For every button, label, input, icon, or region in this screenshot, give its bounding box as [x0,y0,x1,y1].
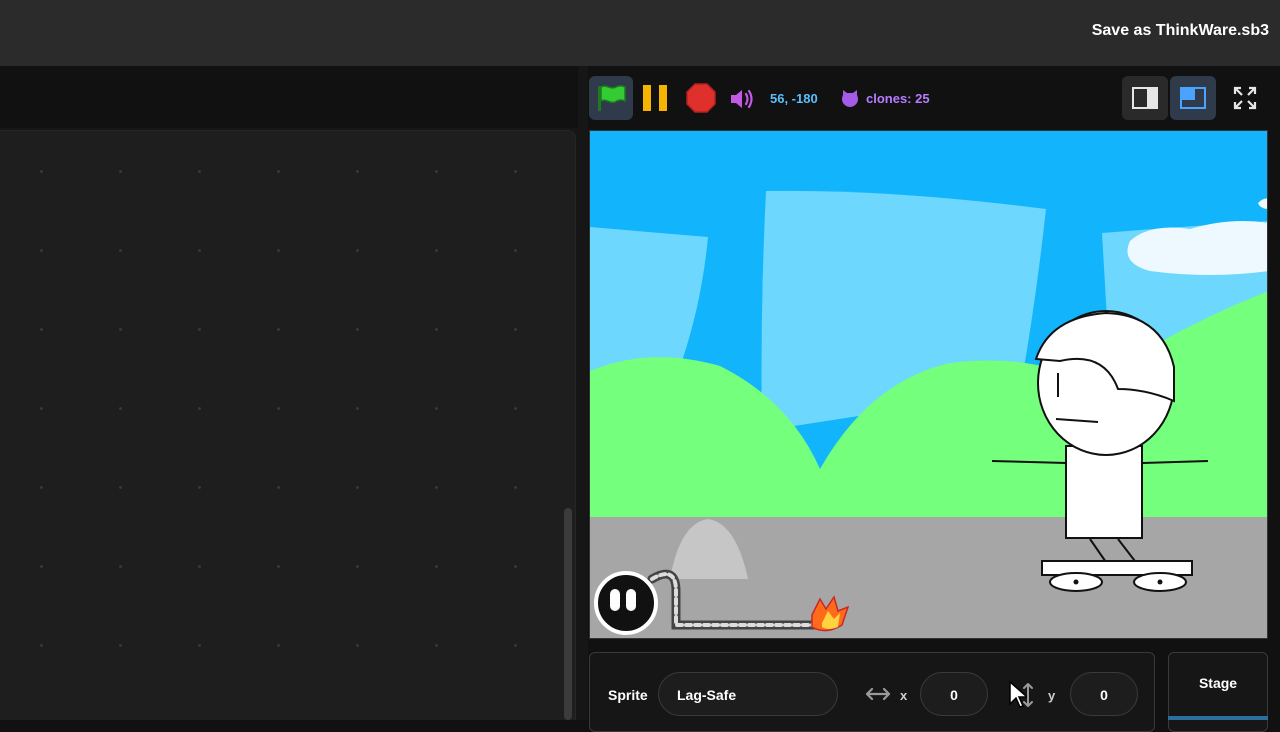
stage-thumbnail-strip [1168,716,1268,720]
normal-stage-button[interactable] [1170,76,1216,120]
stage-selector-panel[interactable] [1168,652,1268,732]
stop-button[interactable] [684,81,718,115]
x-position-field[interactable]: 0 [920,672,988,716]
clone-icon [842,90,858,107]
mouse-coordinates: 56, -180 [770,91,818,106]
volume-button[interactable] [728,84,758,114]
workspace-scrollbar[interactable] [564,508,572,720]
editor-tab-strip [0,66,578,128]
script-workspace[interactable] [0,130,576,720]
normal-stage-icon [1180,87,1206,109]
horizontal-arrows-icon [865,687,891,701]
fullscreen-button[interactable] [1222,76,1268,120]
stage-canvas[interactable] [589,130,1268,639]
sprite-label: Sprite [608,687,648,703]
green-flag-icon [598,85,626,111]
pause-icon [643,85,667,111]
volume-icon [731,89,753,109]
save-as-button[interactable]: Save as ThinkWare.sb3 [1092,22,1269,40]
menu-bar: Save as ThinkWare.sb3 [0,0,1280,66]
y-position-field[interactable]: 0 [1070,672,1138,716]
sprite-name-field[interactable]: Lag-Safe [658,672,838,716]
y-label: y [1048,688,1056,703]
clone-counter: clones: 25 [866,91,930,106]
stage-label: Stage [1198,675,1238,691]
green-flag-button[interactable] [589,76,633,120]
stop-icon [686,83,716,113]
small-stage-icon [1132,87,1158,109]
mouse-cursor-icon [1009,680,1033,708]
pause-button[interactable] [638,82,674,114]
fullscreen-icon [1233,86,1257,110]
x-label: x [900,688,908,703]
small-stage-button[interactable] [1122,76,1168,120]
